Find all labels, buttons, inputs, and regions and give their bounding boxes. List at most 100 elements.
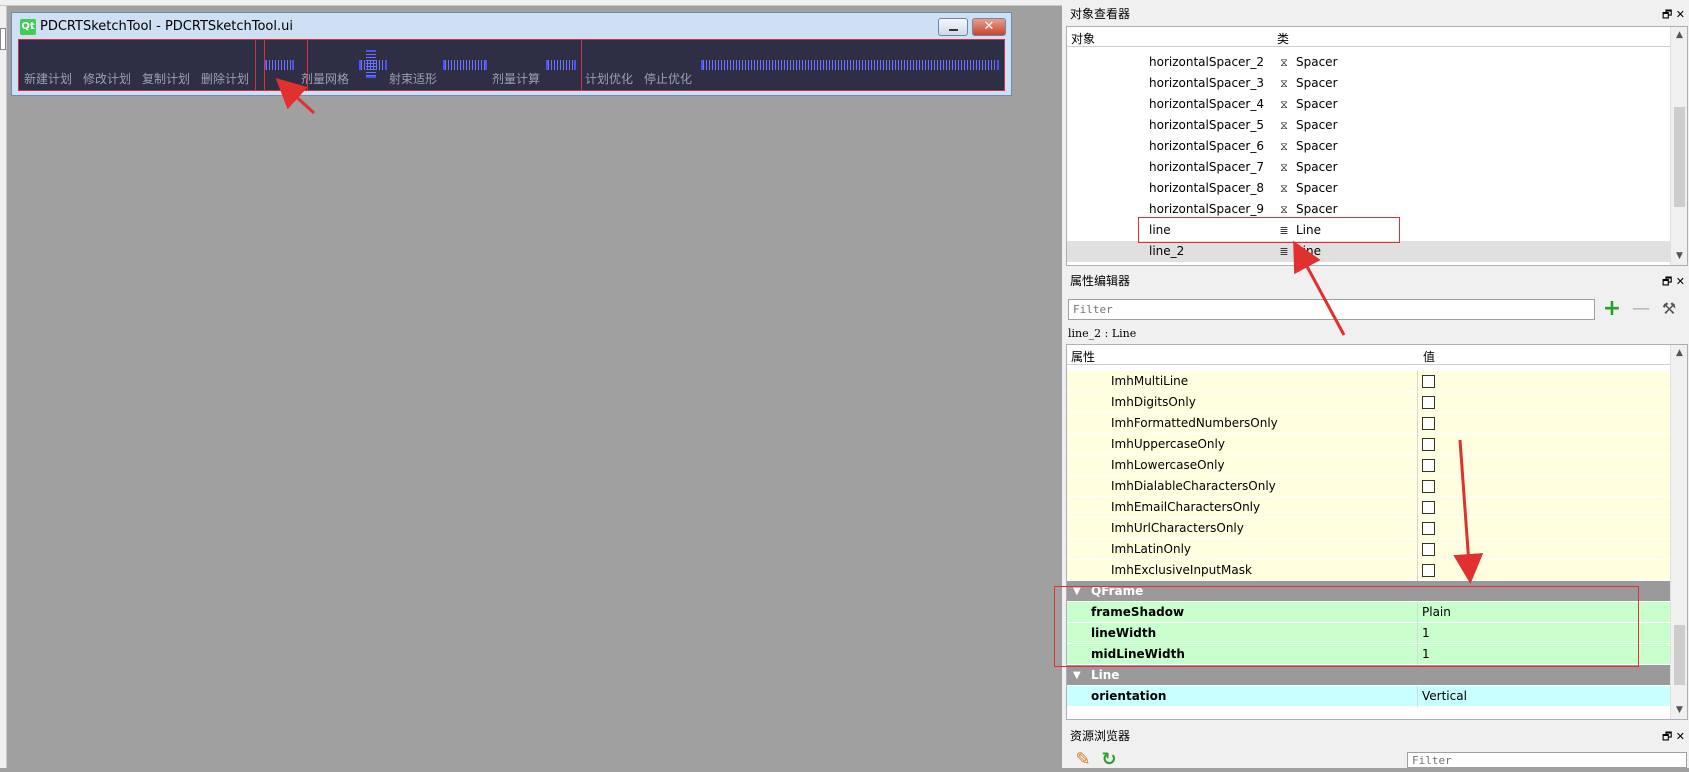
toolbar-label-dose-calc[interactable]: 剂量计算 (492, 70, 540, 87)
property-name: ImhEmailCharactersOnly (1111, 500, 1261, 514)
spacer-5[interactable] (701, 60, 999, 70)
line-separator-2[interactable] (581, 40, 582, 90)
object-row[interactable]: horizontalSpacer_4 ⧖ Spacer (1067, 94, 1670, 115)
property-name: ImhFormattedNumbersOnly (1111, 416, 1278, 430)
resource-browser-dock-buttons[interactable]: 🗗 ✕ (1662, 727, 1685, 746)
object-row-selected[interactable]: line_2 ≣ Line (1067, 241, 1670, 262)
reload-icon[interactable]: ↻ (1096, 748, 1122, 772)
property-row[interactable]: ImhMultiLine (1067, 371, 1674, 392)
scroll-down-icon[interactable]: ▼ (1671, 248, 1688, 265)
toolbar-label-delete-plan[interactable]: 删除计划 (201, 70, 249, 87)
property-checkbox[interactable] (1422, 417, 1435, 430)
object-row[interactable]: horizontalSpacer_6 ⧖ Spacer (1067, 136, 1670, 157)
toolbar-label-new-plan[interactable]: 新建计划 (24, 70, 72, 87)
configure-wrench-icon[interactable]: ⚒ (1656, 297, 1682, 321)
property-row[interactable]: ImhDigitsOnly (1067, 392, 1674, 413)
toolbar-label-copy-plan[interactable]: 复制计划 (142, 70, 190, 87)
property-group-line[interactable]: ▼ Line (1067, 665, 1674, 686)
toolbar-label-beam-fit[interactable]: 射束适形 (389, 70, 437, 87)
property-editor-dock-buttons[interactable]: 🗗 ✕ (1662, 272, 1685, 291)
object-row[interactable]: horizontalSpacer_5 ⧖ Spacer (1067, 115, 1670, 136)
property-row[interactable]: ImhUppercaseOnly (1067, 434, 1674, 455)
property-scrollbar[interactable]: ▲ ▼ (1670, 345, 1687, 719)
scroll-up-icon[interactable]: ▲ (1671, 27, 1688, 44)
property-checkbox[interactable] (1422, 375, 1435, 388)
object-row[interactable]: horizontalSpacer_7 ⧖ Spacer (1067, 157, 1670, 178)
object-inspector-title: 对象查看器 (1070, 7, 1131, 21)
edit-resources-icon[interactable]: ✎ (1070, 748, 1096, 772)
property-checkbox[interactable] (1422, 396, 1435, 409)
property-row[interactable]: ImhDialableCharactersOnly (1067, 476, 1674, 497)
spacer-icon: ⧖ (1280, 98, 1288, 111)
property-filter-input[interactable] (1068, 299, 1595, 320)
property-row[interactable]: ImhLowercaseOnly (1067, 455, 1674, 476)
column-value[interactable]: 值 (1423, 348, 1435, 365)
scroll-down-icon[interactable]: ▼ (1671, 702, 1688, 719)
property-row[interactable]: ImhUrlCharactersOnly (1067, 518, 1674, 539)
object-row[interactable]: horizontalSpacer_2 ⧖ Spacer (1067, 52, 1670, 73)
property-name: ImhLowercaseOnly (1111, 458, 1225, 472)
spacer-4[interactable] (546, 60, 576, 70)
property-value[interactable]: Vertical (1422, 686, 1467, 707)
property-checkbox[interactable] (1422, 522, 1435, 535)
toolbar-label-dose-grid[interactable]: 剂量网格 (301, 70, 349, 87)
object-class: Spacer (1296, 160, 1338, 174)
designer-top-strip (0, 0, 1062, 6)
property-row[interactable]: ImhLatinOnly (1067, 539, 1674, 560)
minimize-button[interactable] (938, 18, 968, 36)
spacer-icon: ⧖ (1280, 119, 1288, 132)
close-button[interactable]: ✕ (972, 18, 1006, 36)
collapse-arrow-icon[interactable]: ▼ (1073, 665, 1081, 686)
spacer-icon: ⧖ (1280, 140, 1288, 153)
property-header-row: 属性 值 (1067, 345, 1687, 365)
property-checkbox[interactable] (1422, 501, 1435, 514)
column-object[interactable]: 对象 (1071, 30, 1095, 47)
property-checkbox[interactable] (1422, 564, 1435, 577)
spacer-icon: ⧖ (1280, 182, 1288, 195)
form-toolbar[interactable]: 新建计划 修改计划 复制计划 删除计划 剂量网格 射束适形 剂量计算 计划优化 … (18, 39, 1005, 91)
property-editor-header: 属性编辑器 🗗 ✕ (1066, 272, 1689, 291)
object-class: Spacer (1296, 97, 1338, 111)
spacer-2[interactable] (359, 60, 387, 70)
line-separator-1[interactable] (255, 40, 256, 90)
object-class: Spacer (1296, 118, 1338, 132)
add-property-icon[interactable]: + (1599, 297, 1625, 321)
qt-logo-icon: Qt (20, 19, 36, 35)
object-name: horizontalSpacer_3 (1149, 76, 1264, 90)
property-row[interactable]: ImhFormattedNumbersOnly (1067, 413, 1674, 434)
remove-property-icon[interactable]: — (1628, 297, 1654, 321)
form-window[interactable]: Qt PDCRTSketchTool - PDCRTSketchTool.ui … (11, 12, 1012, 96)
object-class: Line (1296, 244, 1322, 258)
spacer-icon: ⧖ (1280, 56, 1288, 69)
scroll-thumb[interactable] (1674, 107, 1685, 207)
scroll-up-icon[interactable]: ▲ (1671, 345, 1688, 362)
property-name: ImhExclusiveInputMask (1111, 563, 1252, 577)
toolbar-label-plan-optimize[interactable]: 计划优化 (585, 70, 633, 87)
property-checkbox[interactable] (1422, 480, 1435, 493)
resource-filter-input[interactable] (1407, 752, 1687, 768)
property-name: ImhDialableCharactersOnly (1111, 479, 1276, 493)
property-row[interactable]: ImhEmailCharactersOnly (1067, 497, 1674, 518)
property-row[interactable]: ImhExclusiveInputMask (1067, 560, 1674, 581)
form-title: PDCRTSketchTool - PDCRTSketchTool.ui (40, 19, 293, 34)
scroll-thumb[interactable] (1674, 625, 1685, 685)
property-checkbox[interactable] (1422, 438, 1435, 451)
column-property[interactable]: 属性 (1071, 348, 1095, 365)
form-title-bar[interactable]: Qt PDCRTSketchTool - PDCRTSketchTool.ui … (12, 13, 1011, 39)
object-class: Spacer (1296, 55, 1338, 69)
object-inspector-dock-buttons[interactable]: 🗗 ✕ (1662, 5, 1685, 24)
object-inspector-scrollbar[interactable]: ▲ ▼ (1670, 27, 1687, 265)
line-icon: ≣ (1279, 245, 1289, 258)
object-name: horizontalSpacer_6 (1149, 139, 1264, 153)
object-row[interactable]: horizontalSpacer_8 ⧖ Spacer (1067, 178, 1670, 199)
toolbar-label-stop-optimize[interactable]: 停止优化 (644, 70, 692, 87)
property-checkbox[interactable] (1422, 543, 1435, 556)
column-class[interactable]: 类 (1277, 30, 1289, 47)
spacer-3[interactable] (443, 60, 487, 70)
property-checkbox[interactable] (1422, 459, 1435, 472)
property-row-orientation[interactable]: orientation Vertical (1067, 686, 1674, 707)
property-name: ImhDigitsOnly (1111, 395, 1196, 409)
toolbar-label-edit-plan[interactable]: 修改计划 (83, 70, 131, 87)
object-row[interactable]: horizontalSpacer_3 ⧖ Spacer (1067, 73, 1670, 94)
spacer-icon: ⧖ (1280, 77, 1288, 90)
